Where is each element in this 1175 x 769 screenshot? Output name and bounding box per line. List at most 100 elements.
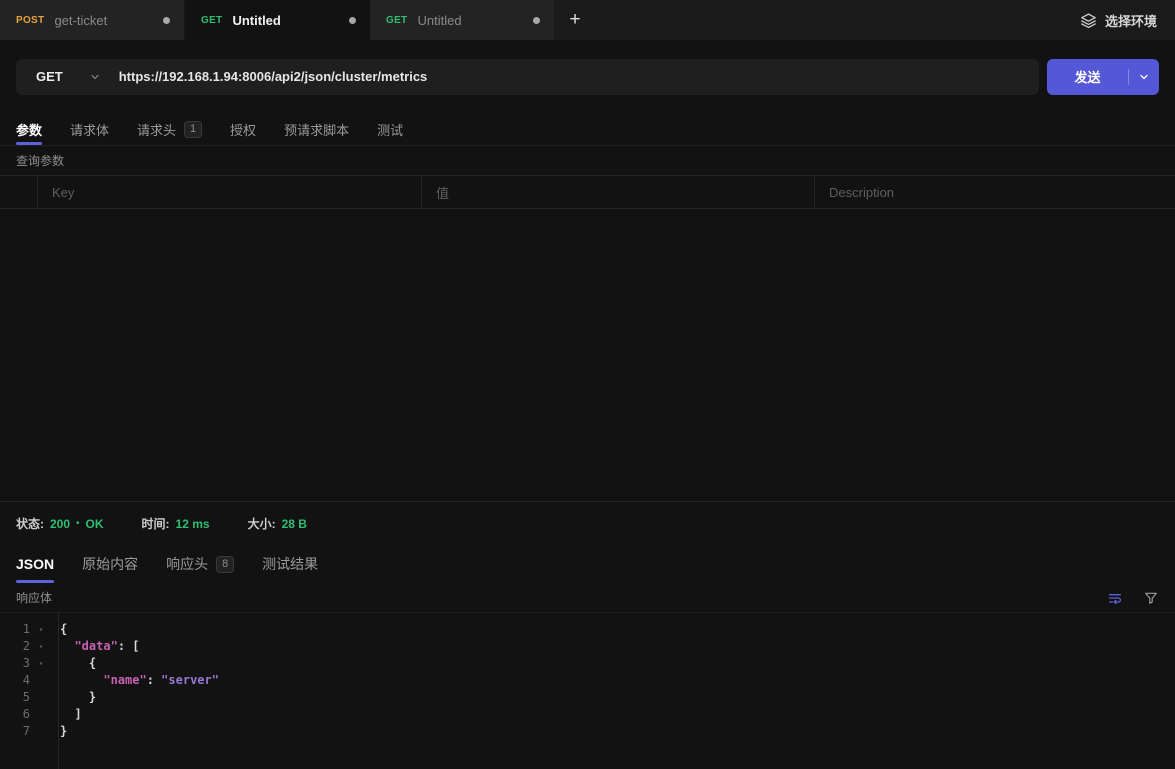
nav-tab-label: 预请求脚本 bbox=[284, 120, 349, 139]
status-group: 状态: 200 • OK bbox=[16, 515, 104, 532]
line-number: 6 bbox=[0, 706, 30, 723]
response-body-row: 响应体 bbox=[0, 583, 1175, 613]
window-tab-method: POST bbox=[16, 15, 44, 26]
url-input[interactable] bbox=[119, 69, 1039, 84]
code-line: 3 ▾ { bbox=[0, 655, 1175, 672]
window-tab[interactable]: GET Untitled bbox=[370, 0, 555, 40]
line-number: 7 bbox=[0, 723, 30, 740]
request-url-row: GET 发送 bbox=[0, 40, 1175, 113]
fold-toggle-icon[interactable] bbox=[30, 723, 52, 740]
status-label: 状态: bbox=[16, 515, 44, 532]
response-status-row: 状态: 200 • OK 时间: 12 ms 大小: 28 B bbox=[0, 501, 1175, 545]
param-description-column-header[interactable]: Description bbox=[815, 176, 1175, 208]
send-button[interactable]: 发送 bbox=[1047, 59, 1159, 95]
layers-icon bbox=[1080, 12, 1097, 29]
line-number: 4 bbox=[0, 672, 30, 689]
response-tabs: JSON 原始内容 响应头 8 测试结果 bbox=[0, 545, 1175, 583]
window-tab-method: GET bbox=[386, 15, 407, 26]
status-text: OK bbox=[86, 517, 104, 531]
fold-toggle-icon[interactable]: ▾ bbox=[30, 638, 52, 655]
status-separator-dot: • bbox=[76, 518, 80, 529]
nav-tab[interactable]: 请求头 1 bbox=[137, 113, 202, 145]
window-tab-method: GET bbox=[201, 15, 222, 26]
method-select[interactable]: GET bbox=[16, 69, 119, 84]
code-line-source: ] bbox=[52, 706, 82, 723]
code-line: 1 ▾ { bbox=[0, 621, 1175, 638]
query-params-title: 查询参数 bbox=[0, 146, 1175, 175]
url-bar: GET bbox=[16, 59, 1039, 95]
code-line-source: "name": "server" bbox=[52, 672, 219, 689]
chevron-down-icon bbox=[89, 71, 101, 83]
response-body-title: 响应体 bbox=[16, 589, 52, 606]
nav-tab-label: 响应头 bbox=[166, 554, 208, 574]
nav-tab[interactable]: 预请求脚本 bbox=[284, 113, 349, 145]
line-number: 1 bbox=[0, 621, 30, 638]
json-code[interactable]: 1 ▾ { 2 ▾ "data": [ 3 ▾ { 4 "name": "ser… bbox=[0, 613, 1175, 769]
code-line-source: { bbox=[52, 655, 96, 672]
size-value: 28 B bbox=[282, 517, 307, 531]
param-value-column-header[interactable]: 值 bbox=[422, 176, 815, 208]
fold-toggle-icon[interactable] bbox=[30, 672, 52, 689]
code-line: 4 "name": "server" bbox=[0, 672, 1175, 689]
send-options-caret[interactable] bbox=[1129, 71, 1159, 83]
fold-toggle-icon[interactable]: ▾ bbox=[30, 621, 52, 638]
request-tabs: 参数 请求体 请求头 1 授权 预请求脚本 测试 bbox=[0, 113, 1175, 146]
param-table-header: Key 值 Description bbox=[0, 175, 1175, 209]
time-value: 12 ms bbox=[176, 517, 210, 531]
nav-tab-label: 测试结果 bbox=[262, 554, 318, 574]
funnel-icon[interactable] bbox=[1143, 590, 1159, 606]
size-label: 大小: bbox=[248, 515, 276, 532]
nav-tab-badge: 1 bbox=[184, 121, 202, 138]
response-body-icons bbox=[1107, 590, 1159, 606]
environment-selector[interactable]: 选择环境 bbox=[1080, 0, 1157, 40]
method-select-value: GET bbox=[36, 69, 63, 84]
fold-toggle-icon[interactable] bbox=[30, 689, 52, 706]
nav-tab-label: JSON bbox=[16, 556, 54, 572]
line-number: 3 bbox=[0, 655, 30, 672]
nav-tab-badge: 8 bbox=[216, 556, 234, 573]
wrap-lines-icon[interactable] bbox=[1107, 590, 1123, 606]
tabbar-spacer bbox=[595, 0, 1080, 40]
nav-tab-label: 原始内容 bbox=[82, 554, 138, 574]
window-tab[interactable]: POST get-ticket bbox=[0, 0, 185, 40]
params-empty-area bbox=[0, 209, 1175, 501]
status-code: 200 bbox=[50, 517, 70, 531]
param-row-handle-column bbox=[0, 176, 38, 208]
environment-selector-label: 选择环境 bbox=[1105, 11, 1157, 30]
code-line-source: "data": [ bbox=[52, 638, 140, 655]
unsaved-dot-icon bbox=[163, 17, 170, 24]
nav-tab[interactable]: 授权 bbox=[230, 113, 256, 145]
nav-tab[interactable]: 原始内容 bbox=[82, 545, 138, 583]
window-tab-title: get-ticket bbox=[54, 13, 107, 28]
nav-tab[interactable]: 测试 bbox=[377, 113, 403, 145]
line-number: 2 bbox=[0, 638, 30, 655]
new-tab-button[interactable]: + bbox=[555, 0, 595, 40]
code-line-source: } bbox=[52, 723, 67, 740]
code-line: 7 } bbox=[0, 723, 1175, 740]
size-group: 大小: 28 B bbox=[248, 515, 307, 532]
nav-tab[interactable]: 参数 bbox=[16, 113, 42, 145]
send-button-label: 发送 bbox=[1047, 67, 1128, 86]
nav-tab-label: 请求头 bbox=[137, 120, 176, 139]
nav-tab[interactable]: 响应头 8 bbox=[166, 545, 234, 583]
window-tab-title: Untitled bbox=[232, 13, 280, 28]
unsaved-dot-icon bbox=[533, 17, 540, 24]
tab-bar: POST get-ticket GET Untitled GET Untitle… bbox=[0, 0, 1175, 40]
time-group: 时间: 12 ms bbox=[142, 515, 210, 532]
code-line-source: } bbox=[52, 689, 96, 706]
param-key-column-header[interactable]: Key bbox=[38, 176, 422, 208]
chevron-down-icon bbox=[1138, 71, 1150, 83]
nav-tab[interactable]: JSON bbox=[16, 545, 54, 583]
nav-tab-label: 请求体 bbox=[70, 120, 109, 139]
nav-tab[interactable]: 请求体 bbox=[70, 113, 109, 145]
code-line: 6 ] bbox=[0, 706, 1175, 723]
code-line: 2 ▾ "data": [ bbox=[0, 638, 1175, 655]
tab-strip: POST get-ticket GET Untitled GET Untitle… bbox=[0, 0, 555, 40]
fold-toggle-icon[interactable] bbox=[30, 706, 52, 723]
window-tab[interactable]: GET Untitled bbox=[185, 0, 370, 40]
time-label: 时间: bbox=[142, 515, 170, 532]
fold-toggle-icon[interactable]: ▾ bbox=[30, 655, 52, 672]
unsaved-dot-icon bbox=[349, 17, 356, 24]
nav-tab[interactable]: 测试结果 bbox=[262, 545, 318, 583]
nav-tab-label: 参数 bbox=[16, 120, 42, 139]
